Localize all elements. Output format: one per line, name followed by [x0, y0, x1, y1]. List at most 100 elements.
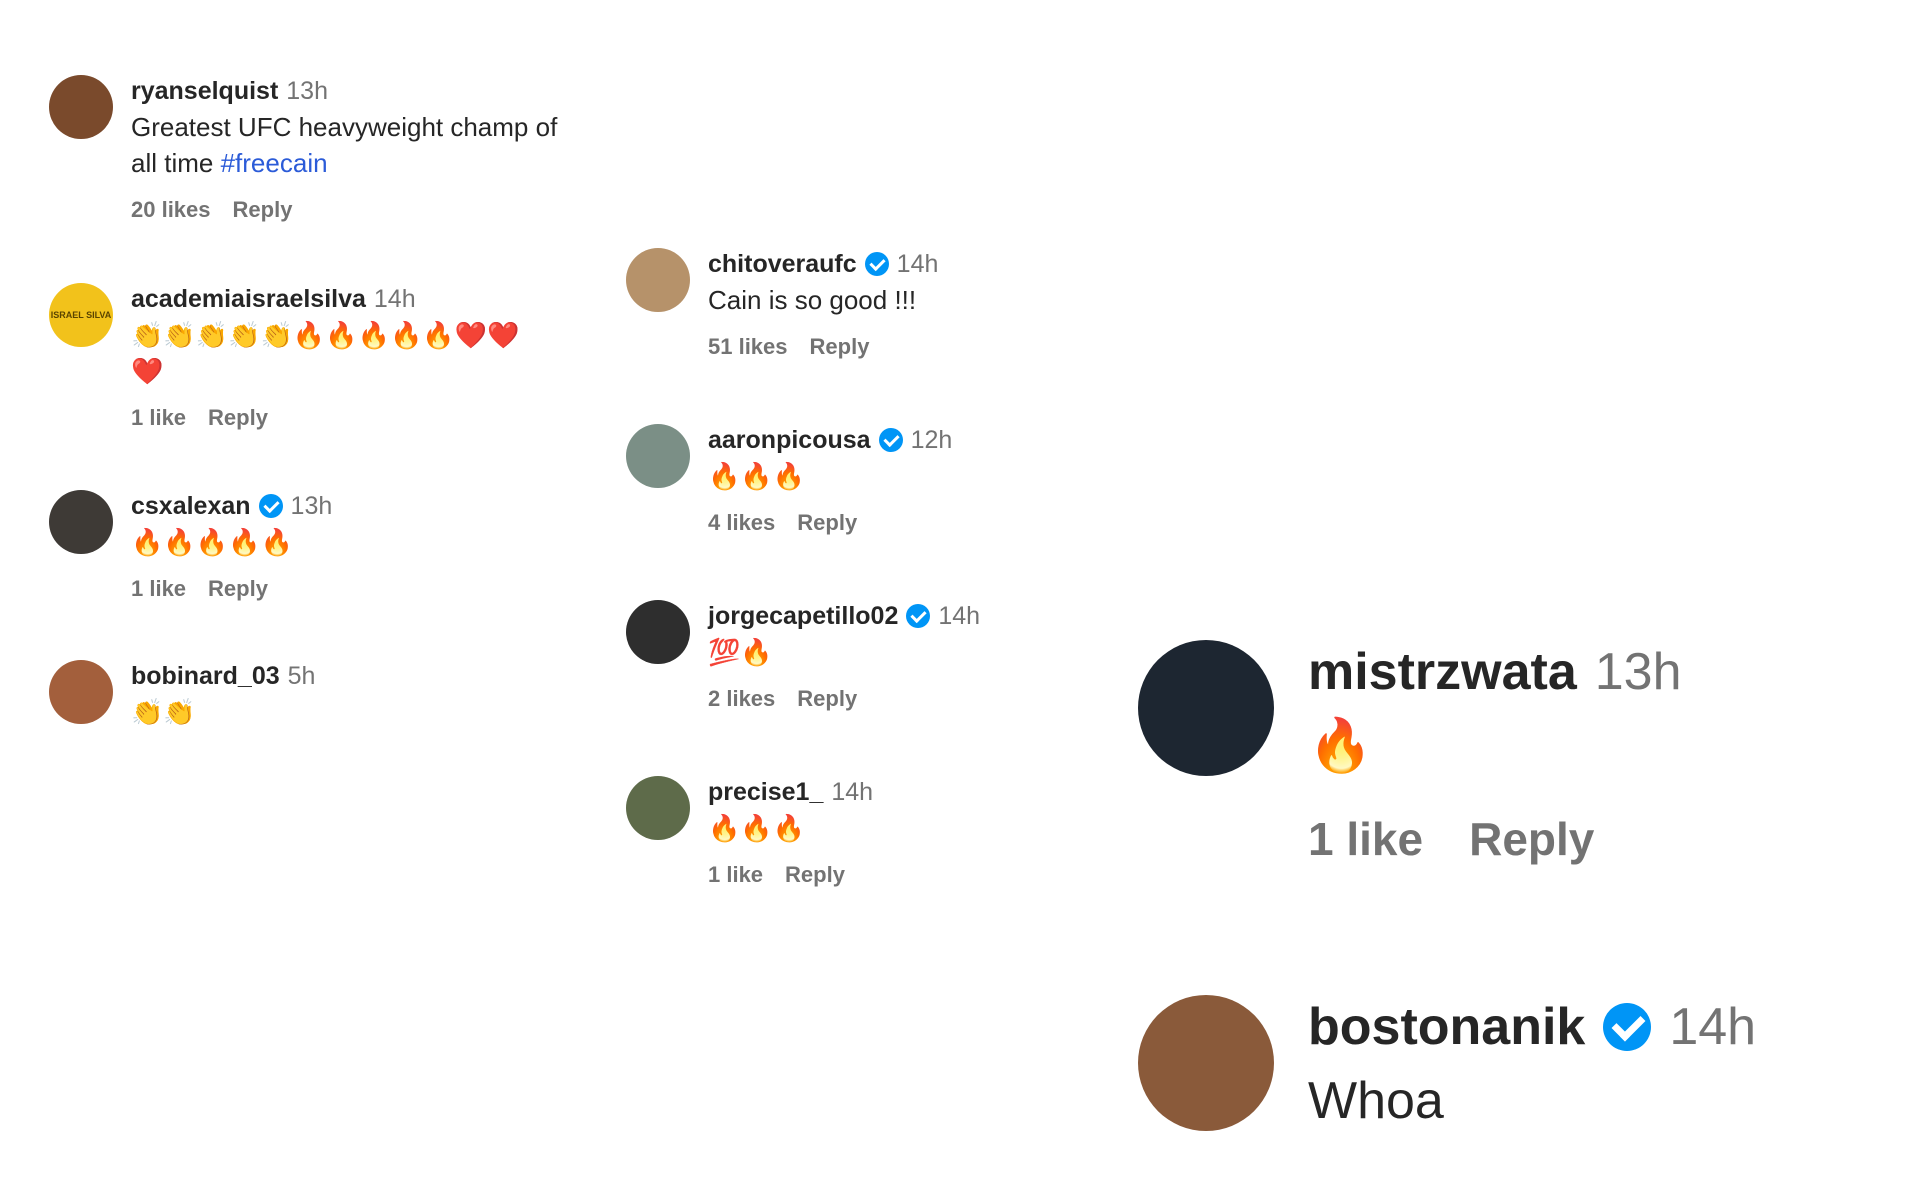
avatar[interactable] [626, 776, 690, 840]
avatar[interactable] [1138, 640, 1274, 776]
comment-text: 🔥🔥🔥 [708, 813, 806, 843]
comment-header: bobinard_03 5h [131, 660, 315, 692]
comment-chitoveraufc: chitoveraufc 14h Cain is so good !!! 51 … [626, 248, 938, 360]
verified-badge-icon [864, 252, 889, 276]
avatar[interactable] [49, 490, 113, 554]
comment-aaronpicousa: aaronpicousa 12h 🔥🔥🔥 4 likes Reply [626, 424, 952, 536]
reply-button[interactable]: Reply [208, 405, 268, 431]
comment-meta: 2 likes Reply [708, 686, 980, 712]
comment-meta: 1 like Reply [1308, 812, 1682, 866]
comment-precise1_: precise1_ 14h 🔥🔥🔥 1 like Reply [626, 776, 873, 888]
comment-bostonanik: bostonanik 14h Whoa [1138, 995, 1756, 1137]
likes-count[interactable]: 51 likes [708, 334, 788, 360]
likes-count[interactable]: 1 like [708, 862, 763, 888]
avatar[interactable] [49, 660, 113, 724]
comment-meta: 1 like Reply [131, 405, 551, 431]
comment-text-content: Greatest UFC heavyweight champ of all ti… [131, 112, 558, 178]
comment-body: jorgecapetillo02 14h 💯🔥 2 likes Reply [708, 600, 980, 712]
comment-header: bostonanik 14h [1308, 995, 1756, 1059]
comment-body: bobinard_03 5h 👏👏 [131, 660, 315, 730]
comment-text: 💯🔥 [708, 637, 773, 667]
username[interactable]: bobinard_03 [131, 660, 280, 692]
comment-header: chitoveraufc 14h [708, 248, 938, 280]
timestamp[interactable]: 14h [374, 283, 416, 315]
comment-text: 👏👏 [131, 697, 196, 727]
verified-badge-icon [906, 604, 931, 628]
comment-body: csxalexan 13h 🔥🔥🔥🔥🔥 1 like Reply [131, 490, 332, 602]
timestamp[interactable]: 14h [1669, 995, 1756, 1059]
reply-button[interactable]: Reply [208, 576, 268, 602]
comment-body: bostonanik 14h Whoa [1308, 995, 1756, 1137]
timestamp[interactable]: 14h [897, 248, 939, 280]
comment-text: 🔥🔥🔥🔥🔥 [131, 527, 293, 557]
timestamp[interactable]: 14h [831, 776, 873, 808]
likes-count[interactable]: 2 likes [708, 686, 775, 712]
comment-header: precise1_ 14h [708, 776, 873, 808]
comment-mistrzwata: mistrzwata 13h 🔥 1 like Reply [1138, 640, 1682, 866]
verified-badge-icon [878, 428, 903, 452]
timestamp[interactable]: 12h [911, 424, 953, 456]
comment-header: aaronpicousa 12h [708, 424, 952, 456]
comment-text: Greatest UFC heavyweight champ of all ti… [131, 109, 571, 181]
comment-header: ryanselquist 13h [131, 75, 571, 107]
comment-bobinard_03: bobinard_03 5h 👏👏 [49, 660, 315, 730]
avatar[interactable] [626, 424, 690, 488]
avatar-logo-text: ISRAEL SILVA [50, 310, 112, 320]
comment-meta: 1 like Reply [708, 862, 873, 888]
likes-count[interactable]: 1 like [1308, 812, 1423, 866]
likes-count[interactable]: 20 likes [131, 197, 211, 223]
username[interactable]: bostonanik [1308, 995, 1585, 1059]
hashtag-link[interactable]: #freecain [221, 148, 328, 178]
avatar[interactable] [49, 75, 113, 139]
comment-header: mistrzwata 13h [1308, 640, 1682, 704]
timestamp[interactable]: 5h [288, 660, 316, 692]
avatar[interactable] [1138, 995, 1274, 1131]
reply-button[interactable]: Reply [797, 510, 857, 536]
comment-text: Cain is so good !!! [708, 285, 917, 315]
username[interactable]: academiaisraelsilva [131, 283, 366, 315]
comment-body: ryanselquist 13h Greatest UFC heavyweigh… [131, 75, 571, 223]
likes-count[interactable]: 1 like [131, 576, 186, 602]
comment-meta: 1 like Reply [131, 576, 332, 602]
username[interactable]: jorgecapetillo02 [708, 600, 898, 632]
comment-body: mistrzwata 13h 🔥 1 like Reply [1308, 640, 1682, 866]
verified-badge-icon [1603, 1003, 1652, 1051]
reply-button[interactable]: Reply [810, 334, 870, 360]
username[interactable]: csxalexan [131, 490, 251, 522]
timestamp[interactable]: 13h [1595, 640, 1682, 704]
avatar[interactable]: ISRAEL SILVA [49, 283, 113, 347]
verified-badge-icon [258, 494, 283, 518]
reply-button[interactable]: Reply [233, 197, 293, 223]
comment-body: academiaisraelsilva 14h 👏👏👏👏👏🔥🔥🔥🔥🔥❤️❤️❤️… [131, 283, 551, 431]
reply-button[interactable]: Reply [797, 686, 857, 712]
likes-count[interactable]: 4 likes [708, 510, 775, 536]
comment-header: academiaisraelsilva 14h [131, 283, 551, 315]
comment-ryanselquist: ryanselquist 13h Greatest UFC heavyweigh… [49, 75, 571, 223]
reply-button[interactable]: Reply [785, 862, 845, 888]
comment-text: 🔥🔥🔥 [708, 461, 806, 491]
timestamp[interactable]: 13h [291, 490, 333, 522]
comment-meta: 20 likes Reply [131, 197, 571, 223]
timestamp[interactable]: 14h [938, 600, 980, 632]
timestamp[interactable]: 13h [286, 75, 328, 107]
comment-csxalexan: csxalexan 13h 🔥🔥🔥🔥🔥 1 like Reply [49, 490, 332, 602]
comment-jorgecapetillo02: jorgecapetillo02 14h 💯🔥 2 likes Reply [626, 600, 980, 712]
likes-count[interactable]: 1 like [131, 405, 186, 431]
comment-body: aaronpicousa 12h 🔥🔥🔥 4 likes Reply [708, 424, 952, 536]
username[interactable]: chitoveraufc [708, 248, 857, 280]
avatar[interactable] [626, 248, 690, 312]
comment-body: chitoveraufc 14h Cain is so good !!! 51 … [708, 248, 938, 360]
username[interactable]: ryanselquist [131, 75, 278, 107]
username[interactable]: mistrzwata [1308, 640, 1577, 704]
comment-body: precise1_ 14h 🔥🔥🔥 1 like Reply [708, 776, 873, 888]
avatar[interactable] [626, 600, 690, 664]
comment-header: csxalexan 13h [131, 490, 332, 522]
reply-button[interactable]: Reply [1469, 812, 1594, 866]
comment-meta: 4 likes Reply [708, 510, 952, 536]
comment-text: 👏👏👏👏👏🔥🔥🔥🔥🔥❤️❤️❤️ [131, 320, 520, 386]
username[interactable]: precise1_ [708, 776, 823, 808]
comment-academiaisraelsilva: ISRAEL SILVA academiaisraelsilva 14h 👏👏👏… [49, 283, 551, 431]
username[interactable]: aaronpicousa [708, 424, 871, 456]
comment-header: jorgecapetillo02 14h [708, 600, 980, 632]
comment-meta: 51 likes Reply [708, 334, 938, 360]
